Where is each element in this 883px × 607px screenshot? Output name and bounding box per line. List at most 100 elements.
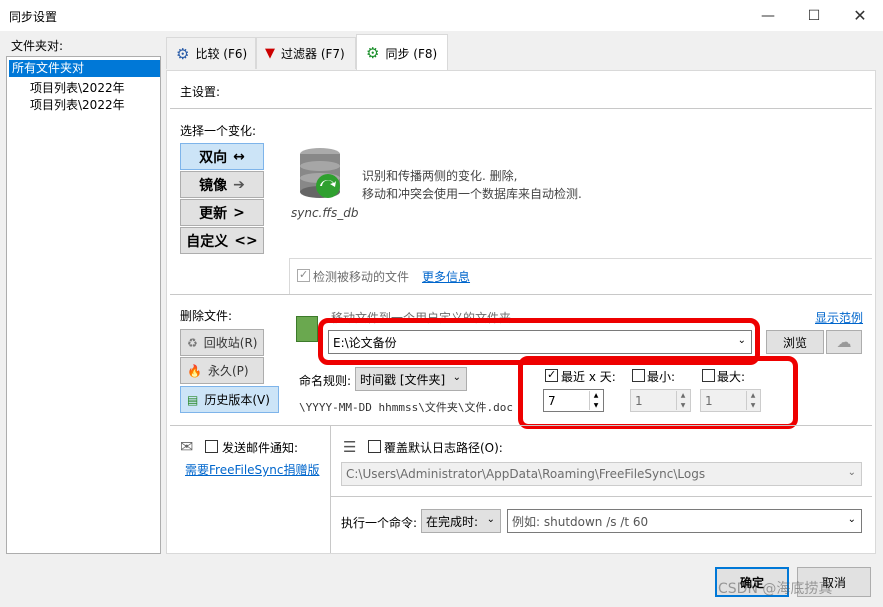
command-placeholder: 例如: shutdown /s /t 60 [512,514,649,529]
recycle-bin-icon: ♻ [187,335,198,350]
command-input[interactable]: 例如: shutdown /s /t 60 ⌄ [507,509,862,533]
two-way-arrow-icon: ↔ [233,148,245,165]
folder-green-icon [296,316,318,342]
chevron-down-icon: ⌄ [452,372,461,383]
flame-icon: 🔥 [187,363,202,378]
naming-pattern: \YYYY-MM-DD hhmmss\文件夹\文件.doc [299,401,513,414]
filter-icon: ▼ [265,46,275,61]
email-checkbox[interactable] [205,440,218,453]
code-brackets-icon: <> [234,232,258,249]
folder-pair-all[interactable]: 所有文件夹对 [9,60,160,77]
chevron-down-icon: ⌄ [847,514,856,525]
window-title: 同步设置 [9,10,58,24]
main-settings-heading: 主设置: [180,85,221,99]
command-when-value: 在完成时: [426,514,479,529]
min-input[interactable]: 1 ▲ ▼ [630,389,691,412]
divider [330,426,331,553]
last-x-days-label: 最近 x 天: [561,370,616,384]
last-x-days-input[interactable]: 7 ▲ ▼ [543,389,604,412]
command-when-select[interactable]: 在完成时: ⌄ [421,509,501,533]
gear-icon: ⚙ [176,44,190,63]
detect-moved-label: 检测被移动的文件 [313,270,410,284]
tab-compare[interactable]: ⚙ 比较 (F6) [166,37,256,69]
log-override-checkbox[interactable] [368,440,381,453]
deletion-heading: 删除文件: [180,309,233,323]
folder-pair-list[interactable]: 所有文件夹对 项目列表\2022年 项目列表\2022年 [6,56,161,554]
versioning-label: 历史版本(V) [204,393,270,407]
versioning-path-input[interactable]: E:\论文备份 ⌄ [328,330,752,354]
recycle-bin-button[interactable]: ♻ 回收站(R) [180,329,264,356]
variant-two-way-button[interactable]: 双向 ↔ [180,143,264,170]
min-label: 最小: [647,370,676,384]
divider [331,496,872,497]
close-icon[interactable]: ✕ [837,0,883,31]
archive-icon: ▤ [187,392,199,407]
variant-description-2: 移动和冲突会使用一个数据库来自动检测. [362,187,582,201]
variant-custom-button[interactable]: 自定义 <> [180,227,264,254]
tab-filter[interactable]: ▼ 过滤器 (F7) [256,37,356,69]
max-input[interactable]: 1 ▲ ▼ [700,389,761,412]
min-value: 1 [635,393,643,408]
max-checkbox[interactable] [702,369,715,382]
naming-value: 时间戳 [文件夹] [360,372,446,387]
minimize-icon[interactable]: — [745,0,791,31]
watermark: CSDN @海底捞真 [718,581,833,597]
divider [170,425,872,426]
browse-button[interactable]: 浏览 [766,330,824,354]
folder-pair-item[interactable]: 项目列表\2022年 [30,79,125,96]
folder-pair-item[interactable]: 项目列表\2022年 [30,96,125,113]
spinner-icon[interactable]: ▲ ▼ [676,391,689,410]
tab-compare-label: 比较 (F6) [195,47,248,61]
last-x-days-checkbox[interactable] [545,369,558,382]
tab-sync-label: 同步 (F8) [385,46,438,61]
divider [170,294,872,295]
divider [170,108,872,109]
log-override-label: 覆盖默认日志路径(O): [384,441,503,455]
show-examples-link[interactable]: 显示范例 [815,309,863,326]
log-path-value: C:\Users\Administrator\AppData\Roaming\F… [346,467,706,481]
folder-pairs-header: 文件夹对: [11,39,64,53]
tab-filter-label: 过滤器 (F7) [281,47,345,61]
variant-label: 更新 [199,205,228,222]
divider [289,258,290,294]
naming-label: 命名规则: [299,374,352,388]
more-info-link[interactable]: 更多信息 [422,268,470,285]
chevron-down-icon: ⌄ [737,335,746,346]
variant-label: 自定义 [186,233,229,250]
naming-select[interactable]: 时间戳 [文件夹] ⌄ [355,367,467,391]
last-x-days-value: 7 [548,393,556,408]
max-label: 最大: [717,370,746,384]
log-list-icon: ☰ [343,438,357,456]
max-value: 1 [705,393,713,408]
variant-mirror-button[interactable]: 镜像 ➔ [180,171,264,198]
db-file-label: sync.ffs_db [291,206,359,220]
variant-heading: 选择一个变化: [180,124,257,138]
chevron-right-icon: > [233,204,245,221]
spinner-icon[interactable]: ▲ ▼ [589,391,602,410]
tab-sync[interactable]: ⚙ 同步 (F8) [356,34,448,71]
versioning-button[interactable]: ▤ 历史版本(V) [180,386,279,413]
log-path-input[interactable]: C:\Users\Administrator\AppData\Roaming\F… [341,462,862,486]
recycle-bin-label: 回收站(R) [203,336,258,350]
variant-description-1: 识别和传播两侧的变化. 删除, [362,169,518,183]
chevron-down-icon: ⌄ [847,467,856,478]
database-icon [296,146,344,202]
command-label: 执行一个命令: [341,516,418,530]
sync-gear-icon: ⚙ [366,44,380,62]
detect-moved-checkbox[interactable] [297,269,310,282]
variant-label: 镜像 [199,177,228,194]
right-arrow-icon: ➔ [233,176,245,193]
versioning-path-value: E:\论文备份 [333,335,397,350]
maximize-icon[interactable]: ☐ [791,0,837,31]
min-checkbox[interactable] [632,369,645,382]
donation-link[interactable]: 需要FreeFileSync捐赠版 [185,461,319,478]
permanent-label: 永久(P) [207,364,249,378]
cloud-icon[interactable]: ☁ [826,330,862,354]
chevron-down-icon: ⌄ [486,514,495,525]
variant-label: 双向 [199,149,228,166]
spinner-icon[interactable]: ▲ ▼ [746,391,759,410]
variant-update-button[interactable]: 更新 > [180,199,264,226]
permanent-button[interactable]: 🔥 永久(P) [180,357,264,384]
divider [289,258,872,259]
email-icon: ✉ [180,437,194,456]
